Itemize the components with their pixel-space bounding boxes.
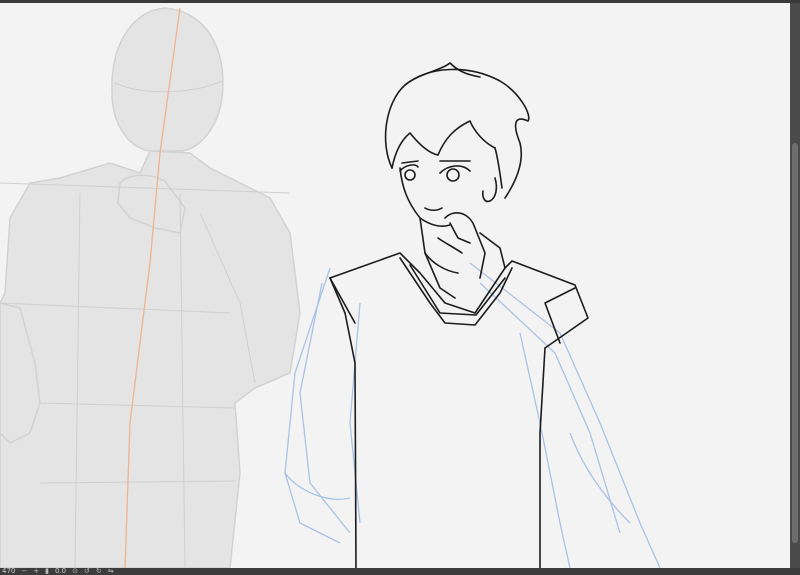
zoom-slider-icon[interactable]: ▮ [45,568,49,575]
minus-icon[interactable]: − [21,568,27,575]
canvas-artwork [0,7,661,568]
zoom-fit-icon[interactable]: ⊙ [72,568,78,575]
vertical-scrollbar[interactable] [790,3,800,568]
plus-icon[interactable]: + [33,568,39,575]
status-bar: 470 − + ▮ 0.0 ⊙ ↺ ↻ ⇋ [0,568,800,575]
vertical-scroll-thumb[interactable] [792,143,798,543]
flip-icon[interactable]: ⇋ [108,568,114,575]
drawing-canvas[interactable] [0,3,790,568]
rotate-right-icon[interactable]: ↻ [96,568,102,575]
sketch-layer [284,262,661,568]
rotation-angle[interactable]: 0.0 [55,568,66,575]
rotate-left-icon[interactable]: ↺ [84,568,90,575]
mannequin-reference [0,7,301,568]
lineart-layer [329,62,589,568]
zoom-level[interactable]: 470 [2,568,15,575]
